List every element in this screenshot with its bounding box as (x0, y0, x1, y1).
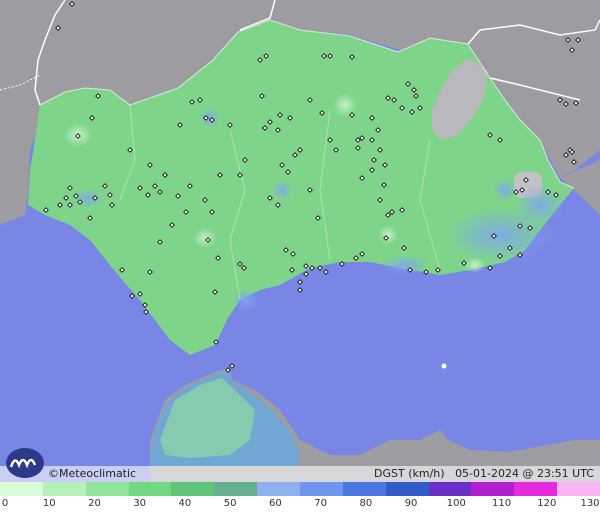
calm-spot-4 (378, 225, 398, 245)
calm-spot-5 (465, 257, 485, 273)
legend-swatch (300, 482, 343, 496)
legend-swatch (42, 482, 86, 496)
legend-swatch (557, 482, 600, 496)
legend-tick-label: 70 (314, 498, 327, 509)
legend-tick-label: 20 (88, 498, 101, 509)
legend-tick-label: 50 (223, 498, 237, 509)
legend-tick-label: 80 (359, 498, 373, 509)
legend-tick-label: 60 (269, 498, 282, 509)
variable-label: DGST (km/h) (374, 467, 445, 480)
wind-zone-spot-1 (493, 178, 517, 202)
wind-zone-spot-3 (200, 108, 220, 128)
color-legend: 0 10 20 30 40 50 60 70 80 90 100 110 120 130 (0, 482, 600, 517)
meteoclimatic-logo (6, 448, 44, 478)
legend-swatch (385, 482, 429, 496)
legend-swatch (214, 482, 258, 496)
calm-spot-3 (193, 228, 217, 248)
legend-color-bar (0, 482, 600, 496)
map-caption: DGST (km/h) 05-01-2024 @ 23:51 UTC (374, 466, 594, 482)
alboran-island (441, 363, 447, 369)
legend-tick-label: 90 (404, 498, 418, 509)
weather-map[interactable] (0, 0, 600, 482)
legend-swatch (471, 482, 515, 496)
legend-tick-label: 40 (178, 498, 192, 509)
legend-swatch (342, 482, 386, 496)
legend-swatch (85, 482, 129, 496)
legend-tick-label: 0 (1, 498, 9, 509)
legend-tick-label: 100 (446, 498, 466, 509)
legend-swatch (171, 482, 215, 496)
legend-swatch (514, 482, 558, 496)
credit-text: ©Meteoclimatic (48, 467, 137, 480)
legend-swatch (128, 482, 172, 496)
wind-zone-spot-6 (233, 288, 257, 312)
legend-swatch (257, 482, 301, 496)
wind-zone-spot-5 (380, 255, 430, 275)
legend-swatch (428, 482, 472, 496)
legend-swatch (0, 482, 43, 496)
legend-tick-label: 10 (42, 498, 56, 509)
timestamp: 05-01-2024 @ 23:51 UTC (455, 467, 594, 480)
map-canvas (0, 0, 600, 482)
legend-tick-label: 130 (580, 498, 600, 509)
calm-spot-2 (333, 93, 357, 117)
legend-tick-label: 110 (491, 498, 512, 509)
legend-tick-label: 30 (133, 498, 147, 509)
wind-zone-spot-2 (272, 180, 292, 200)
legend-tick-label: 120 (537, 498, 557, 509)
